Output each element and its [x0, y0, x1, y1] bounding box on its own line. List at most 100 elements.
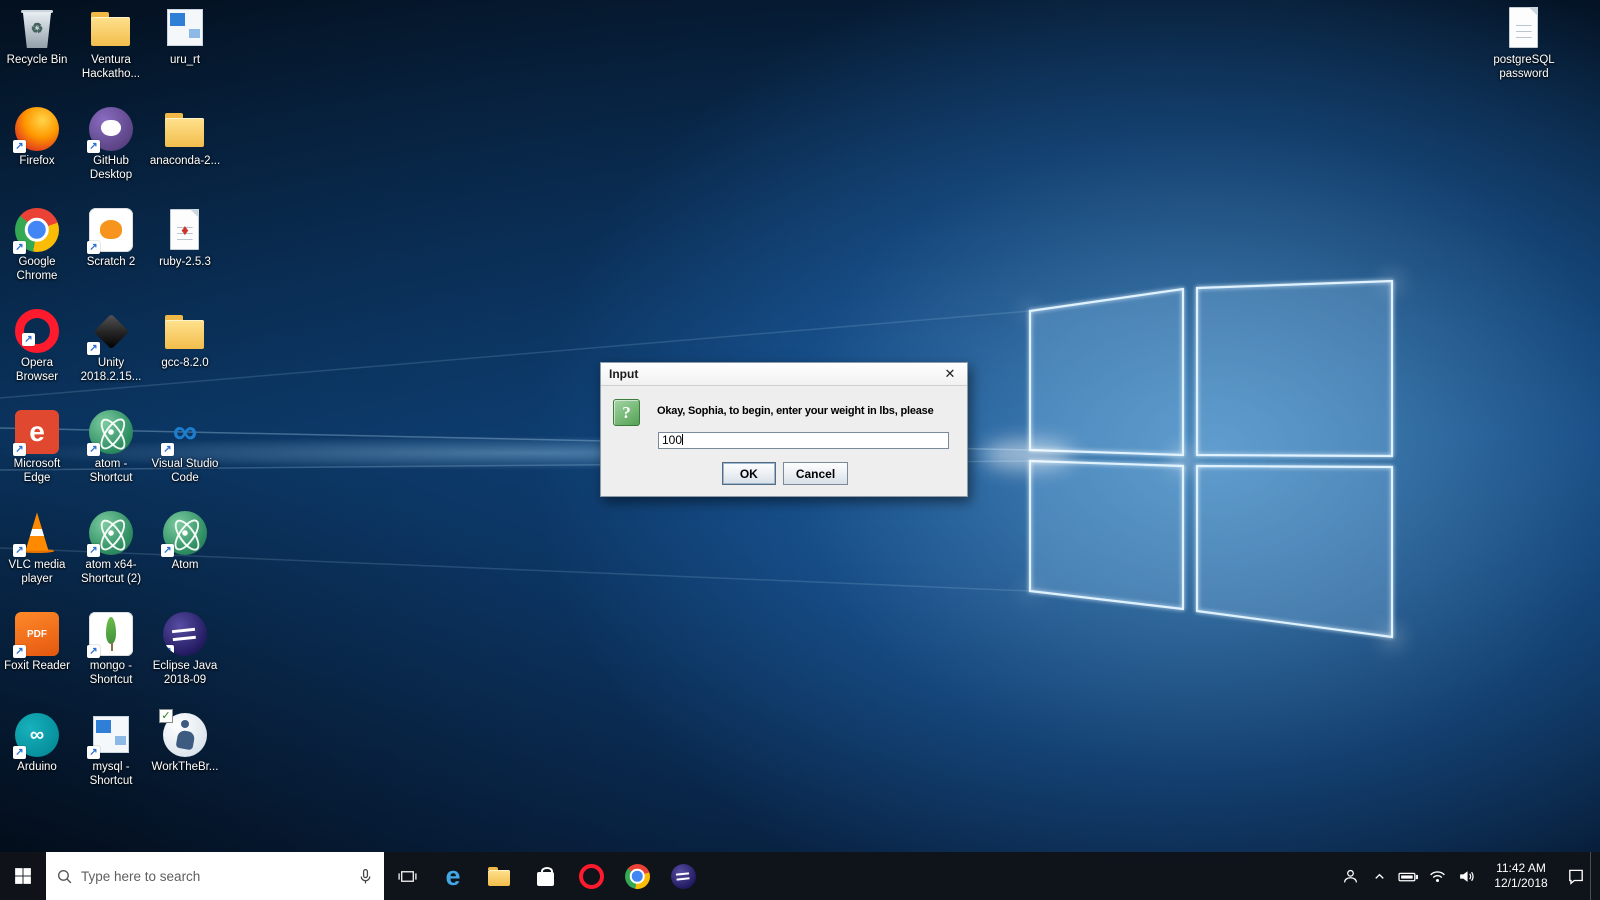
desktop-icon-vlc-media-player[interactable]: ↗ VLC media player: [0, 511, 74, 586]
shortcut-arrow-badge: ↗: [13, 544, 26, 557]
store-icon: [533, 864, 558, 889]
chevron-up-icon[interactable]: [1365, 852, 1394, 900]
uru-rt-icon: [163, 6, 207, 50]
shortcut-arrow-badge: ↗: [87, 645, 100, 658]
network-icon[interactable]: [1423, 852, 1452, 900]
taskbar-app-eclipse[interactable]: [660, 852, 706, 900]
windows-start-icon: [15, 868, 31, 884]
visual-studio-code-label: Visual Studio Code: [151, 458, 219, 485]
opera-icon: [578, 863, 604, 889]
ruby-label: ruby-2.5.3: [159, 256, 211, 268]
taskbar-app-edge[interactable]: e: [430, 852, 476, 900]
desktop-icon-uru-rt[interactable]: uru_rt: [148, 6, 222, 67]
desktop-icon-recycle-bin[interactable]: ♻ Recycle Bin: [0, 6, 74, 67]
desktop-icon-opera-browser[interactable]: ↗ Opera Browser: [0, 309, 74, 384]
search-icon: [57, 869, 72, 883]
battery-icon[interactable]: [1394, 852, 1423, 900]
uru-rt-label: uru_rt: [169, 54, 201, 66]
icon-glyph: ♻: [30, 19, 44, 36]
task-view-icon: [397, 870, 417, 882]
mysql-shortcut-label: mysql - Shortcut: [89, 761, 133, 788]
desktop-icon-anaconda[interactable]: anaconda-2...: [148, 107, 222, 168]
icon-glyph: e: [445, 860, 461, 891]
taskbar-search[interactable]: [46, 852, 384, 900]
desktop-icon-atom-x64-shortcut[interactable]: ↗ atom x64-Shortcut (2): [74, 511, 148, 586]
google-chrome-icon: ↗: [13, 208, 59, 254]
start-button[interactable]: [0, 852, 46, 900]
anaconda-label: anaconda-2...: [149, 155, 221, 167]
icon-glyph: ∞: [172, 412, 198, 451]
unity-label: Unity 2018.2.15...: [80, 357, 142, 384]
desktop-icon-github-desktop[interactable]: ↗ GitHub Desktop: [74, 107, 148, 182]
taskbar-app-opera[interactable]: [568, 852, 614, 900]
desktop-icon-mysql-shortcut[interactable]: ↗ mysql - Shortcut: [74, 713, 148, 788]
desktop-icon-microsoft-edge[interactable]: e ↗ Microsoft Edge: [0, 410, 74, 485]
atom-x64-shortcut-icon: ↗: [87, 511, 133, 557]
ok-button[interactable]: OK: [721, 462, 776, 485]
system-tray: 11:42 AM 12/1/2018: [1336, 852, 1600, 900]
clock-time: 11:42 AM: [1496, 861, 1546, 875]
search-input[interactable]: [81, 868, 357, 884]
shortcut-arrow-badge: ↗: [87, 241, 100, 254]
icon-glyph: PDF: [27, 628, 47, 640]
recycle-bin-icon: ♻: [15, 6, 59, 50]
weight-input[interactable]: [658, 431, 949, 449]
desktop-icon-postgresql-password[interactable]: postgreSQL password: [1487, 6, 1561, 81]
desktop-icon-ventura-hackathon[interactable]: Ventura Hackatho...: [74, 6, 148, 81]
ruby-icon: ♦: [163, 208, 207, 252]
visual-studio-code-icon: ∞ ↗: [161, 410, 207, 456]
recycle-bin-label: Recycle Bin: [6, 54, 68, 66]
cancel-button[interactable]: Cancel: [782, 462, 849, 485]
dialog-message: Okay, Sophia, to begin, enter your weigh…: [657, 405, 934, 417]
desktop-icon-firefox[interactable]: ↗ Firefox: [0, 107, 74, 168]
action-center-button[interactable]: [1561, 852, 1590, 900]
desktop-icon-google-chrome[interactable]: ↗ Google Chrome: [0, 208, 74, 283]
eclipse-icon: [670, 863, 696, 889]
desktop-icon-ruby[interactable]: ♦ ruby-2.5.3: [148, 208, 222, 269]
desktop-icon-scratch-2[interactable]: ↗ Scratch 2: [74, 208, 148, 269]
workthebrain-icon: ✓: [159, 709, 207, 757]
shortcut-arrow-badge: ↗: [87, 140, 100, 153]
desktop-icon-foxit-reader[interactable]: PDF ↗ Foxit Reader: [0, 612, 74, 673]
desktop-icon-eclipse-java[interactable]: ↗ Eclipse Java 2018-09: [148, 612, 222, 687]
desktop-icon-gcc[interactable]: gcc-8.2.0: [148, 309, 222, 370]
arduino-icon: ∞ ↗: [13, 713, 59, 759]
show-desktop-strip[interactable]: [1590, 852, 1596, 900]
desktop-icon-atom[interactable]: ↗ Atom: [148, 511, 222, 572]
input-dialog: Input ✕ ? Okay, Sophia, to begin, enter …: [600, 362, 968, 497]
atom-x64-shortcut-label: atom x64-Shortcut (2): [80, 559, 142, 586]
vlc-media-player-label: VLC media player: [8, 559, 66, 586]
desktop-icon-arduino[interactable]: ∞ ↗ Arduino: [0, 713, 74, 774]
desktop-icon-workthebrain[interactable]: ✓ WorkTheBr...: [148, 709, 222, 774]
postgresql-password-icon: [1502, 6, 1546, 50]
taskbar-app-store[interactable]: [522, 852, 568, 900]
desktop-icon-mongo-shortcut[interactable]: ↗ mongo - Shortcut: [74, 612, 148, 687]
shortcut-arrow-badge: ↗: [13, 443, 26, 456]
edge-icon: e: [441, 860, 466, 891]
shortcut-arrow-badge: ↗: [87, 544, 100, 557]
taskbar-app-file-explorer[interactable]: [476, 852, 522, 900]
dialog-body: ? Okay, Sophia, to begin, enter your wei…: [601, 386, 967, 496]
arduino-label: Arduino: [17, 761, 57, 773]
taskbar-app-chrome[interactable]: [614, 852, 660, 900]
question-icon: ?: [613, 399, 640, 426]
scratch-2-icon: ↗: [87, 208, 133, 254]
microsoft-edge-icon: e ↗: [13, 410, 59, 456]
desktop-icon-unity[interactable]: ↗ Unity 2018.2.15...: [74, 309, 148, 384]
dialog-title: Input: [609, 367, 639, 381]
desktop-icon-atom-shortcut[interactable]: ↗ atom - Shortcut: [74, 410, 148, 485]
people-icon[interactable]: [1336, 852, 1365, 900]
shortcut-arrow-badge: ↗: [161, 443, 174, 456]
close-icon[interactable]: ✕: [938, 364, 962, 384]
dialog-titlebar[interactable]: Input ✕: [601, 363, 967, 386]
taskbar-clock[interactable]: 11:42 AM 12/1/2018: [1481, 861, 1561, 891]
task-view-button[interactable]: [384, 852, 430, 900]
icon-glyph: ♦: [181, 221, 189, 239]
atom-shortcut-icon: ↗: [87, 410, 133, 456]
desktop-icon-visual-studio-code[interactable]: ∞ ↗ Visual Studio Code: [148, 410, 222, 485]
volume-icon[interactable]: [1452, 852, 1481, 900]
shortcut-arrow-badge: ↗: [161, 544, 174, 557]
dialog-input-wrap: [658, 431, 949, 449]
mongo-shortcut-icon: ↗: [87, 612, 133, 658]
microphone-icon[interactable]: [357, 868, 374, 885]
